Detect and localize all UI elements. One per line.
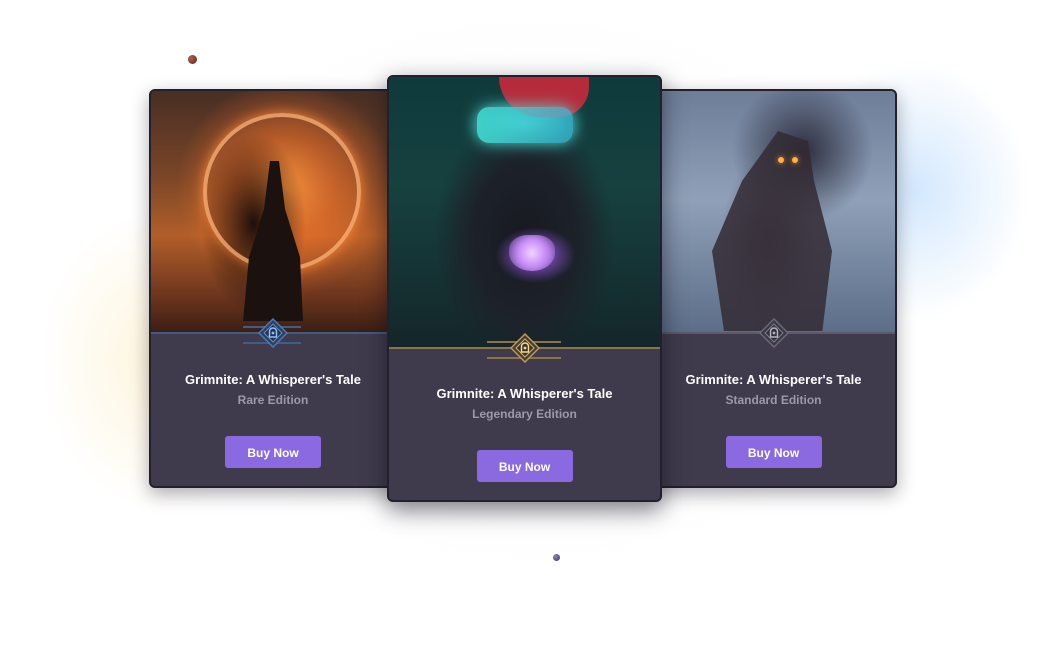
card-info: Grimnite: A Whisperer's Tale Legendary E… bbox=[389, 386, 660, 482]
creature-silhouette bbox=[712, 131, 832, 331]
guardian-emblem-icon bbox=[509, 333, 540, 363]
card-artwork-fire-sorceress bbox=[151, 91, 395, 332]
card-title: Grimnite: A Whisperer's Tale bbox=[436, 386, 613, 401]
card-info: Grimnite: A Whisperer's Tale Rare Editio… bbox=[151, 372, 395, 468]
card-artwork-cyber-girl bbox=[389, 77, 660, 347]
buy-now-button[interactable]: Buy Now bbox=[725, 436, 822, 468]
glowing-eye bbox=[778, 157, 784, 163]
card-edition: Rare Edition bbox=[237, 393, 309, 407]
buy-now-button[interactable]: Buy Now bbox=[225, 436, 321, 468]
product-card-standard: Grimnite: A Whisperer's Tale Standard Ed… bbox=[650, 89, 897, 488]
guardian-emblem-icon bbox=[758, 318, 789, 348]
neon-visor-illustration bbox=[477, 107, 573, 143]
buy-now-button[interactable]: Buy Now bbox=[476, 450, 573, 482]
card-info: Grimnite: A Whisperer's Tale Standard Ed… bbox=[652, 372, 895, 468]
card-edition: Standard Edition bbox=[725, 393, 822, 407]
product-card-legendary: Grimnite: A Whisperer's Tale Legendary E… bbox=[387, 75, 662, 502]
card-title: Grimnite: A Whisperer's Tale bbox=[685, 372, 862, 387]
card-edition: Legendary Edition bbox=[472, 407, 577, 421]
guardian-emblem-icon bbox=[258, 318, 288, 348]
glowing-eye bbox=[792, 157, 798, 163]
card-artwork-shadow-creature bbox=[652, 91, 895, 332]
glowing-butterfly-illustration bbox=[509, 235, 555, 271]
decorative-orb-bottom bbox=[553, 554, 560, 561]
decorative-orb-top bbox=[188, 55, 197, 64]
product-card-rare: Grimnite: A Whisperer's Tale Rare Editio… bbox=[149, 89, 397, 488]
card-title: Grimnite: A Whisperer's Tale bbox=[185, 372, 361, 387]
